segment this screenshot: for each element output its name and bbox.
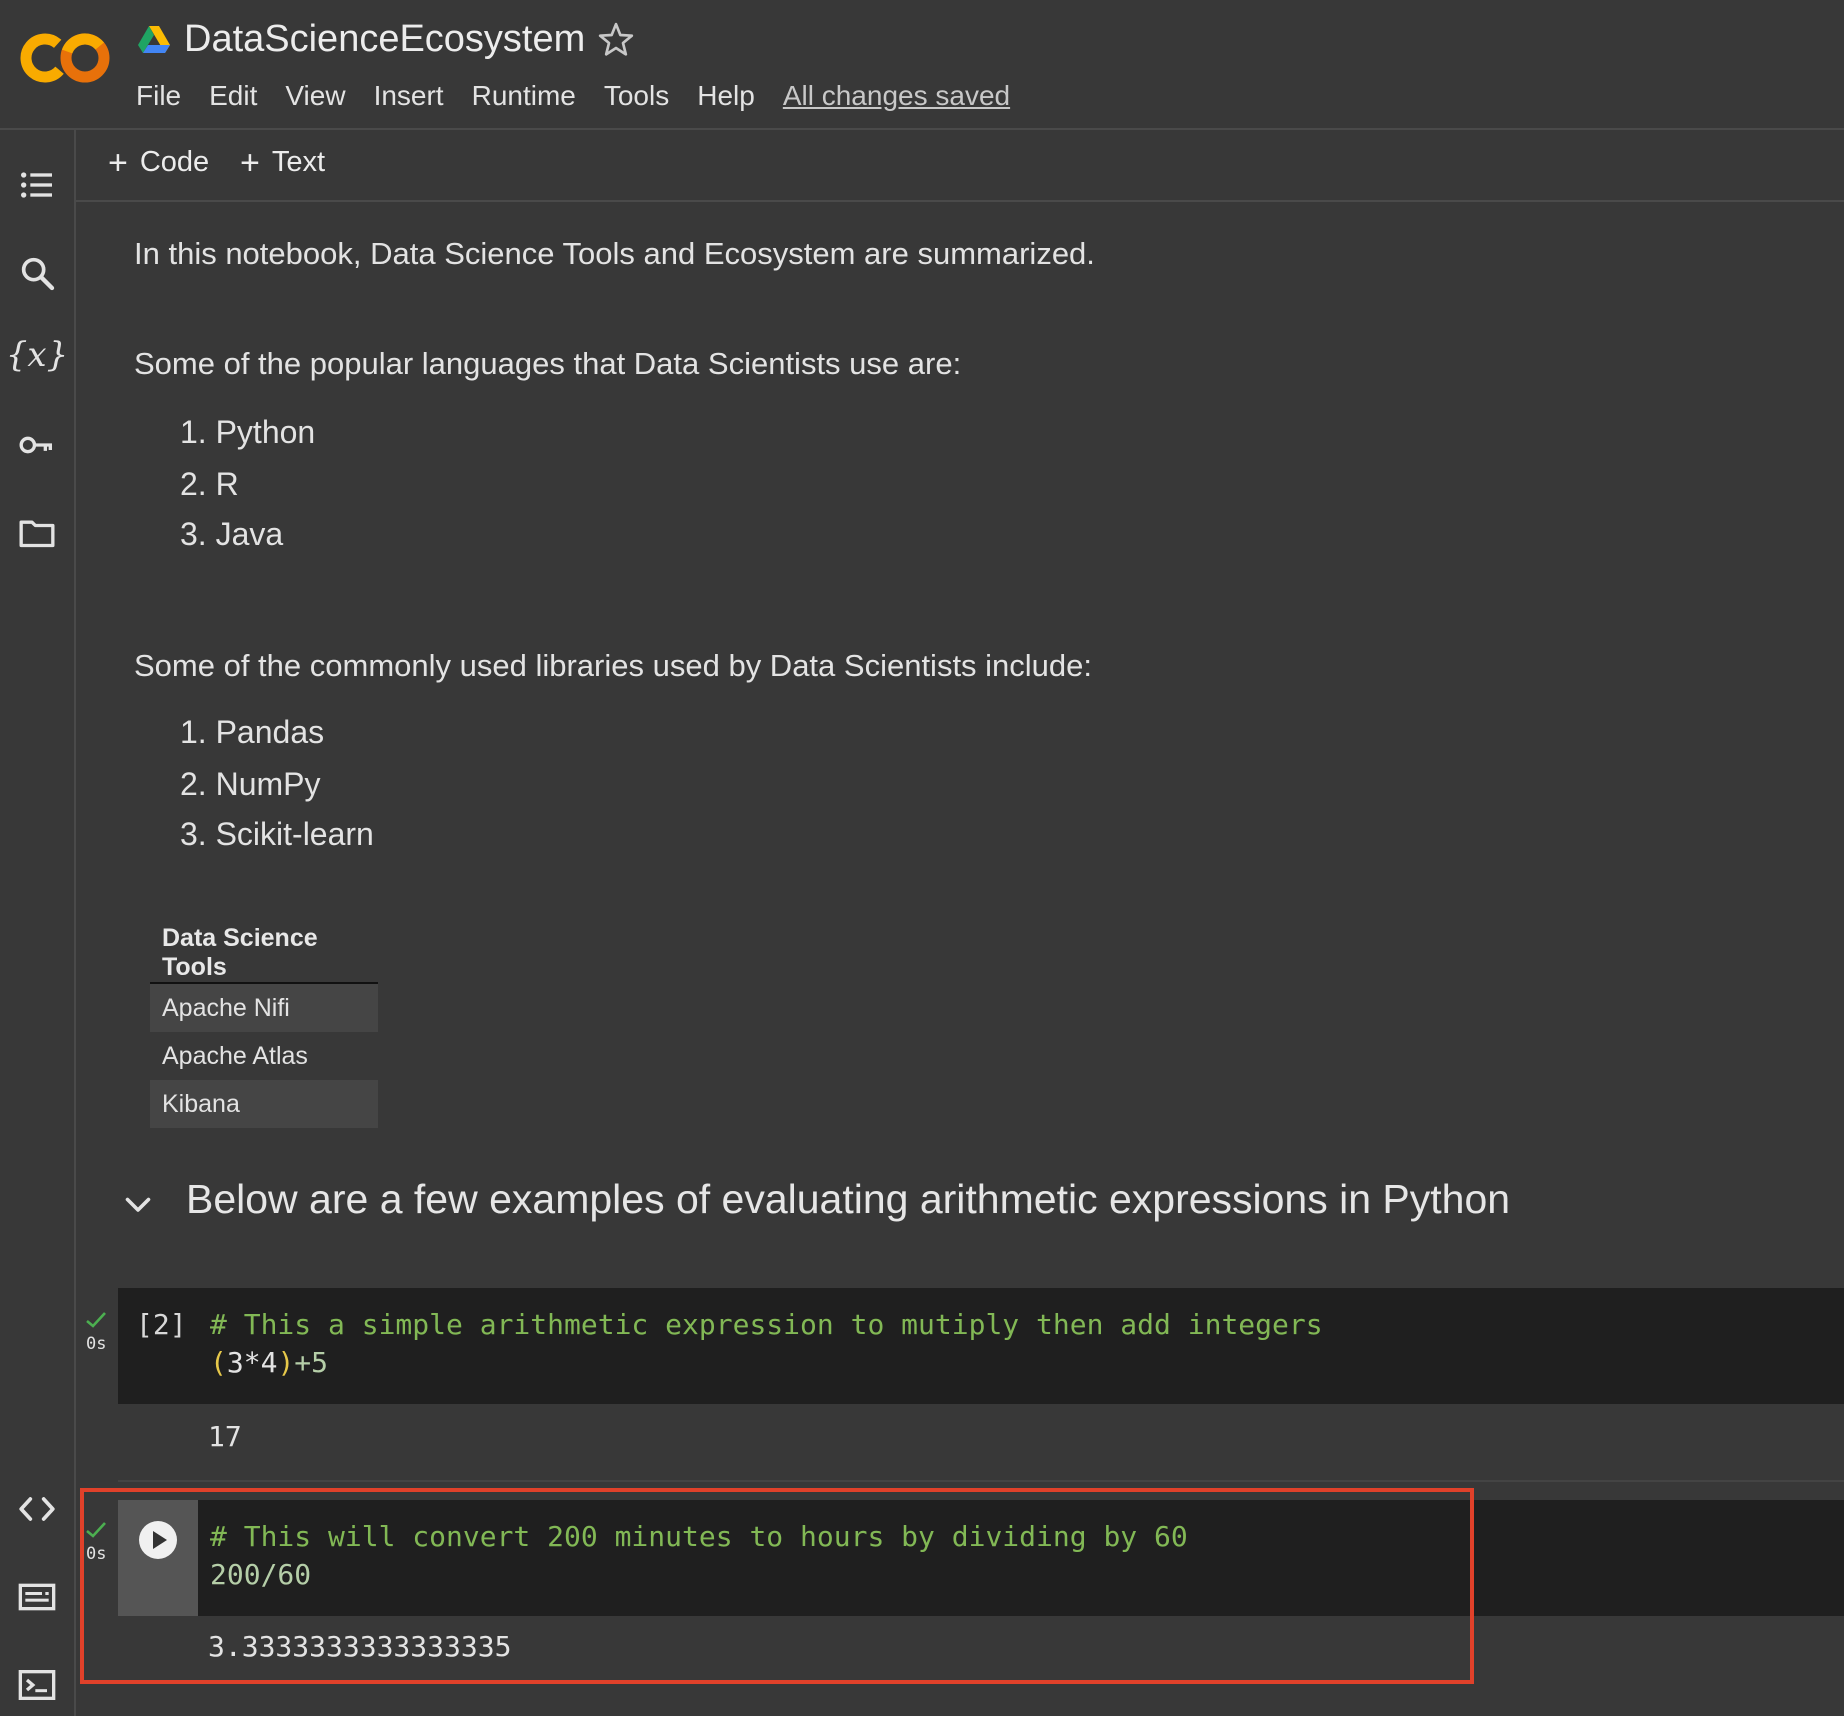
list-item: 2. NumPy [180, 766, 321, 802]
menu-edit[interactable]: Edit [209, 78, 257, 118]
terminal-icon [18, 1670, 56, 1700]
code-snippets-button[interactable] [12, 1484, 62, 1534]
execution-duration: 0s [86, 1334, 107, 1354]
chevron-down-icon[interactable] [120, 1186, 156, 1222]
folder-icon [19, 520, 55, 548]
code-line[interactable]: (3*4)+5 [210, 1346, 328, 1379]
menu-tools[interactable]: Tools [604, 78, 669, 118]
table-row: Kibana [150, 1080, 378, 1128]
add-code-cell-button[interactable]: + Code [108, 143, 210, 182]
google-drive-icon[interactable] [138, 26, 170, 54]
code-brackets-icon [19, 1497, 55, 1521]
table-header: Data Science Tools [150, 924, 378, 984]
notebook-toolbar: + Code + Text [76, 130, 1844, 202]
table-cell: Kibana [150, 1080, 378, 1128]
command-palette-icon [18, 1583, 56, 1611]
intro-text: In this notebook, Data Science Tools and… [134, 236, 1095, 271]
section-heading: Below are a few examples of evaluating a… [186, 1176, 1511, 1222]
code-tail: +5 [294, 1346, 329, 1379]
code-comment[interactable]: # This a simple arithmetic expression to… [210, 1308, 1323, 1341]
notebook-title[interactable]: DataScienceEcosystem [184, 18, 585, 61]
command-palette-button[interactable] [12, 1572, 62, 1622]
table-of-contents-icon [21, 172, 52, 198]
data-science-tools-table: Data Science Tools Apache Nifi Apache At… [150, 924, 378, 1128]
highlight-box [80, 1488, 1474, 1684]
code-paren-open: ( [210, 1346, 227, 1379]
list-item: 1. Python [180, 414, 316, 450]
libraries-heading: Some of the commonly used libraries used… [134, 648, 1093, 683]
menu-view[interactable]: View [285, 78, 345, 118]
menu-file[interactable]: File [136, 78, 181, 118]
key-icon [19, 436, 52, 454]
list-item: 2. R [180, 466, 239, 502]
files-button[interactable] [12, 508, 62, 558]
plus-icon: + [108, 143, 128, 182]
search-button[interactable] [12, 248, 62, 298]
execution-count[interactable]: [2] [136, 1308, 187, 1341]
table-cell: Apache Atlas [162, 1041, 308, 1070]
list-item: 3. Java [180, 516, 284, 552]
table-cell: Apache Nifi [150, 983, 378, 1032]
menu-help[interactable]: Help [697, 78, 755, 118]
menu-bar: File Edit View Insert Runtime Tools Help… [136, 78, 1038, 118]
terminal-button[interactable] [12, 1660, 62, 1710]
table-row: Apache Nifi [150, 983, 378, 1032]
save-status-link[interactable]: All changes saved [783, 78, 1010, 118]
search-icon [21, 257, 55, 291]
cell-divider [118, 1480, 1844, 1482]
code-editor[interactable] [118, 1288, 1844, 1404]
add-code-label: Code [139, 146, 210, 178]
list-item: 3. Scikit-learn [180, 816, 374, 852]
list-item: 1. Pandas [180, 714, 325, 750]
plus-icon: + [240, 143, 260, 182]
app-header: DataScienceEcosystem File Edit View Inse… [0, 0, 1844, 130]
languages-heading: Some of the popular languages that Data … [134, 346, 962, 381]
code-expression: 3*4 [226, 1346, 278, 1379]
cell-output: 17 [208, 1420, 242, 1453]
secrets-button[interactable] [12, 420, 62, 470]
code-paren-close: ) [277, 1346, 295, 1379]
variables-icon: {x} [5, 335, 69, 375]
table-row: Apache Atlas [150, 1032, 378, 1080]
menu-insert[interactable]: Insert [374, 78, 444, 118]
table-of-contents-button[interactable] [12, 160, 62, 210]
add-text-label: Text [271, 146, 326, 178]
menu-runtime[interactable]: Runtime [472, 78, 576, 118]
variables-button[interactable]: {x} [6, 330, 68, 380]
side-rail: {x} [0, 130, 76, 1716]
colab-logo[interactable] [20, 28, 112, 88]
add-text-cell-button[interactable]: + Text [240, 143, 326, 182]
star-icon[interactable] [596, 20, 636, 60]
checkmark-icon [86, 1312, 106, 1328]
